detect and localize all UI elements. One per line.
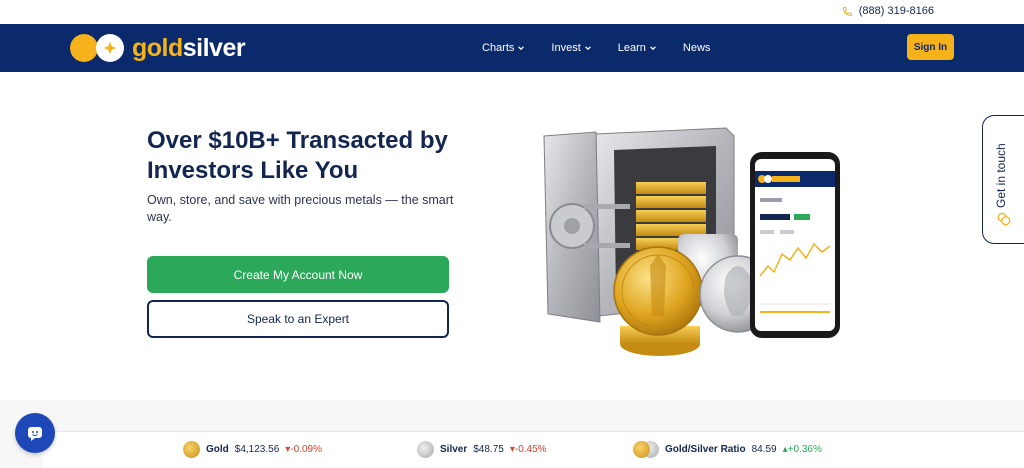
phone-link[interactable]: (888) 319-8166 [842,5,934,17]
nav-item-invest[interactable]: Invest [551,42,591,54]
phone-icon [842,6,852,16]
gold-silver-coins-icon [633,441,659,458]
nav-item-learn[interactable]: Learn [618,42,657,54]
speak-to-expert-button[interactable]: Speak to an Expert [147,300,449,338]
top-utility-bar: (888) 319-8166 [0,0,1024,24]
ticker-price: $4,123.56 [234,444,280,455]
ticker-price: $48.75 [473,444,504,455]
price-ticker: Gold $4,123.56 ▾-0.09% Silver $48.75 ▾-0… [42,431,1024,468]
logo-wordmark: goldsilver [132,34,246,62]
sign-in-button[interactable]: Sign In [907,34,954,60]
nav-item-news[interactable]: News [683,42,711,54]
hero-vault-illustration [543,127,840,356]
nav-item-label: Charts [482,42,515,54]
hero-subtitle: Own, store, and save with precious metal… [147,193,454,224]
ticker-price: 84.59 [751,444,777,455]
chat-icon [28,427,42,441]
chevron-down-icon [518,46,525,51]
gold-coin-icon [183,441,200,458]
nav-item-label: Learn [617,42,646,54]
coins-icon [997,212,1011,226]
ticker-name: Gold/Silver Ratio [665,444,746,455]
phone-number: (888) 319-8166 [858,5,934,17]
ticker-change: ▴+0.36% [782,444,822,455]
get-in-touch-label: Get in touch [994,143,1008,208]
ticker-name: Silver [440,444,468,455]
goldsilver-logo[interactable]: goldsilver [70,33,246,63]
ticker-change: ▾-0.45% [509,444,547,455]
logo-coins-icon [70,33,128,63]
nav-item-label: Invest [551,42,581,54]
chat-button[interactable] [15,413,55,453]
chevron-down-icon [650,46,656,51]
silver-coin-icon [417,441,434,458]
chevron-down-icon [584,46,591,51]
create-account-button[interactable]: Create My Account Now [147,256,449,293]
hero-title: Over $10B+ Transacted by Investors Like … [147,127,448,184]
nav-item-label: News [682,42,711,54]
ticker-name: Gold [206,444,229,455]
ticker-change: ▾-0.09% [285,444,322,455]
ticker-ratio[interactable]: Gold/Silver Ratio 84.59 ▴+0.36% [633,441,822,458]
ticker-gold[interactable]: Gold $4,123.56 ▾-0.09% [183,441,322,458]
nav-item-charts[interactable]: Charts [482,42,525,54]
main-navbar: goldsilver Charts Invest Learn News Sign… [0,24,1024,72]
ticker-silver[interactable]: Silver $48.75 ▾-0.45% [417,441,547,458]
nav-menu: Charts Invest Learn News [482,24,736,72]
